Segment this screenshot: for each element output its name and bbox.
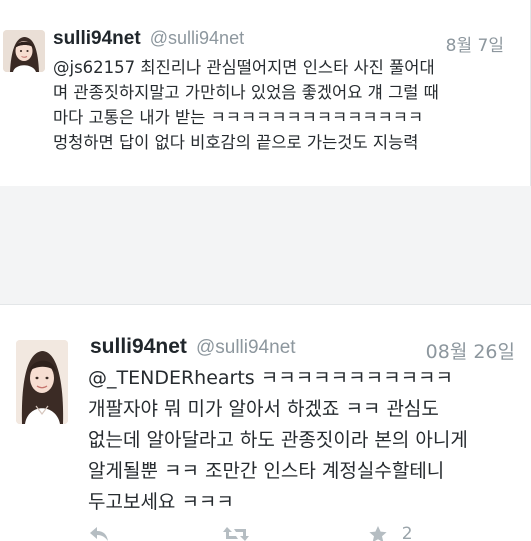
timeline-gap	[0, 186, 531, 304]
tweet-text: @_TENDERhearts ㅋㅋㅋㅋㅋㅋㅋㅋㅋㅋㅋ 개팔자야 뭐 미가 알아서…	[88, 363, 468, 518]
tweet-header: sulli94net @sulli94net	[90, 335, 296, 359]
tweet-card[interactable]: sulli94net @sulli94net 8월 7일 @js62157 최진…	[0, 0, 531, 186]
retweet-button[interactable]	[222, 523, 250, 541]
user-handle[interactable]: @sulli94net	[150, 28, 244, 48]
retweet-icon	[223, 527, 249, 541]
tweet-text-line: 알게될뿐 ㅋㅋ 조만간 인스타 계정실수할테니	[88, 460, 445, 482]
tweet-text-line: 멍청하면 답이 없다 비호감의 끝으로 가는것도 지능력	[53, 133, 419, 152]
favorite-button[interactable]: 2	[368, 523, 413, 541]
avatar-image	[3, 30, 45, 72]
tweet-card[interactable]: sulli94net @sulli94net 08월 26일 @_TENDERh…	[0, 304, 531, 541]
avatar[interactable]	[16, 340, 68, 424]
tweet-date[interactable]: 8월 7일	[446, 31, 504, 56]
tweet-text-line: 며 관종짓하지말고 가만히나 있었음 좋겠어요 걔 그럴 때	[53, 83, 439, 102]
tweet-text-line: 마다 고통은 내가 받는 ㅋㅋㅋㅋㅋㅋㅋㅋㅋㅋㅋㅋㅋㅋ	[53, 108, 424, 127]
tweet-text-line: 두고보세요 ㅋㅋㅋ	[88, 491, 234, 513]
tweet-text-line: 없는데 알아달라고 하도 관종짓이라 본의 아니게	[88, 429, 468, 451]
tweet-actions: 2	[88, 523, 448, 541]
tweet-text: @js62157 최진리나 관심떨어지면 인스타 사진 풀어대 며 관종짓하지말…	[53, 55, 439, 155]
tweet-text-line: @_TENDERhearts ㅋㅋㅋㅋㅋㅋㅋㅋㅋㅋㅋ	[88, 367, 454, 389]
display-name[interactable]: sulli94net	[90, 335, 187, 358]
display-name[interactable]: sulli94net	[53, 28, 141, 49]
avatar[interactable]	[3, 30, 45, 72]
favorite-count: 2	[401, 524, 413, 541]
avatar-image	[16, 340, 68, 424]
star-icon	[369, 525, 387, 541]
tweet-header: sulli94net @sulli94net	[53, 28, 244, 50]
reply-icon	[90, 527, 108, 541]
tweet-text-line: 개팔자야 뭐 미가 알아서 하겠죠 ㅋㅋ 관심도	[88, 398, 439, 420]
reply-button[interactable]	[88, 523, 110, 541]
tweet-text-line: @js62157 최진리나 관심떨어지면 인스타 사진 풀어대	[53, 58, 435, 77]
tweet-date[interactable]: 08월 26일	[426, 337, 515, 364]
user-handle[interactable]: @sulli94net	[196, 337, 296, 358]
